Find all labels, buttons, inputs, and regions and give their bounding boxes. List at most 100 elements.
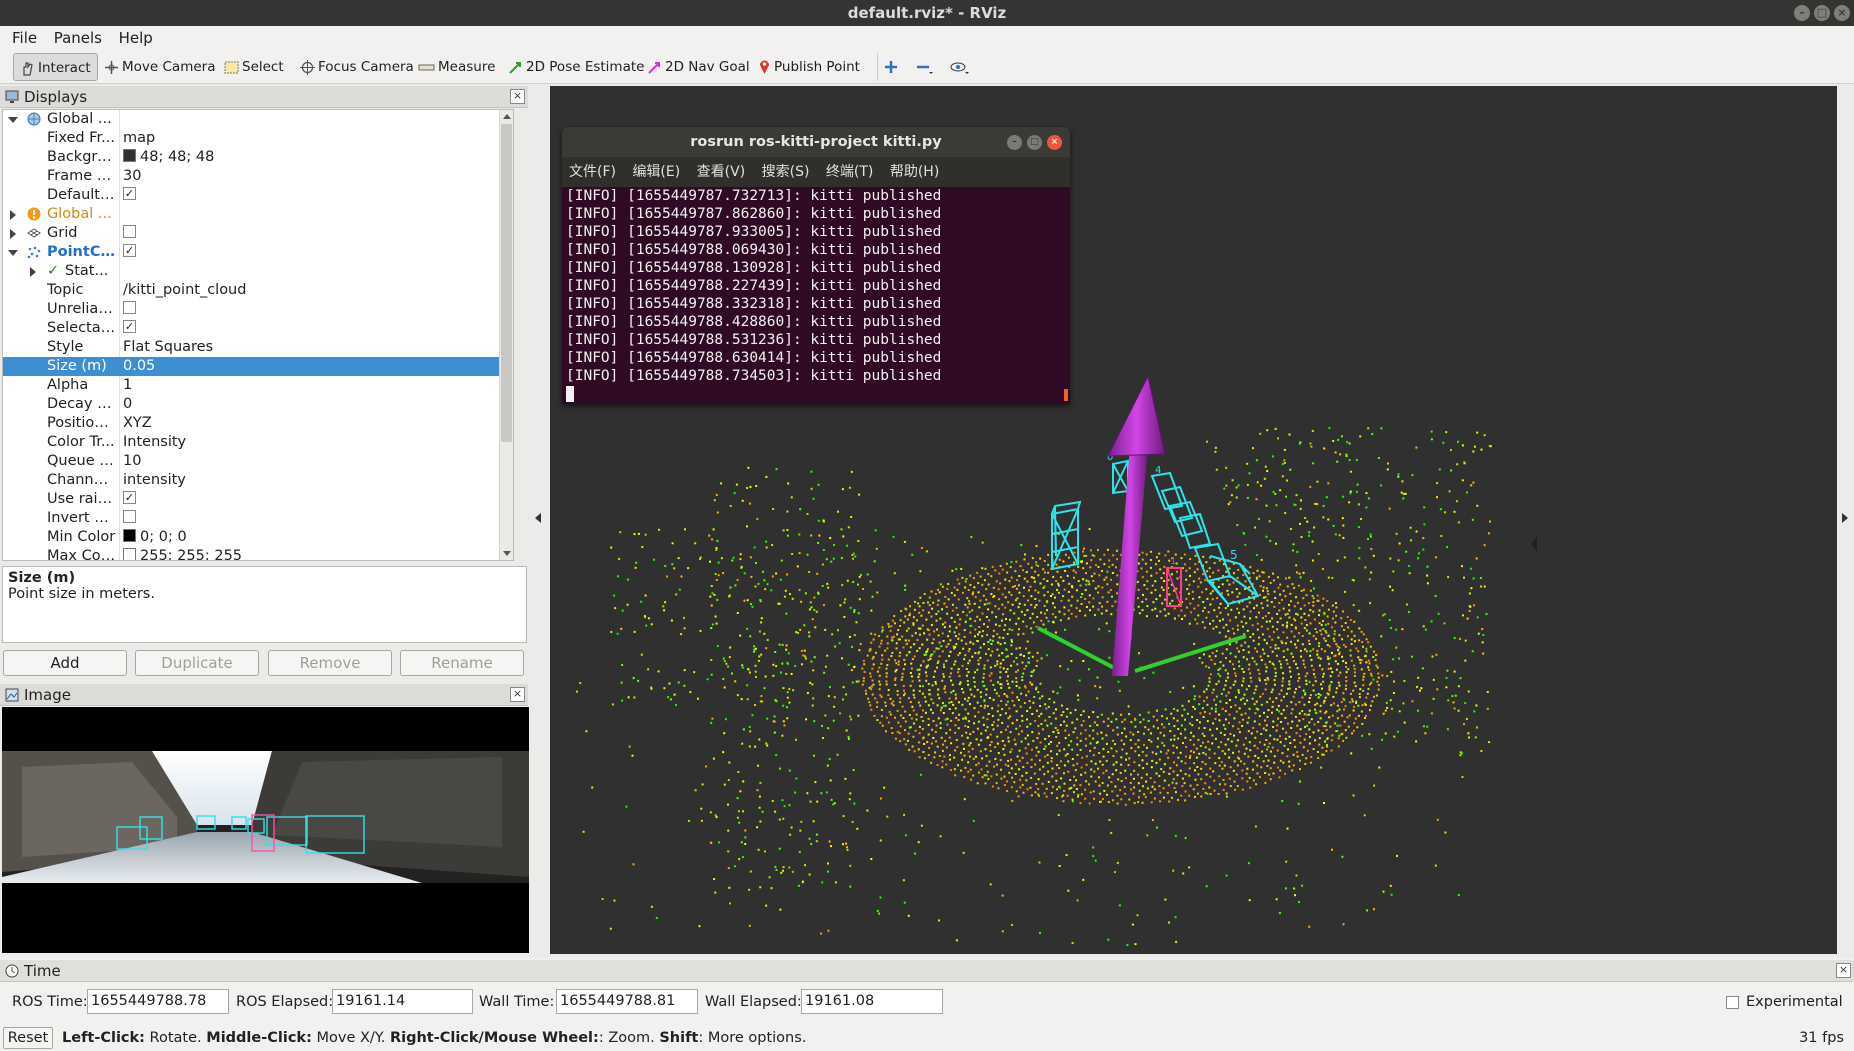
- experimental-checkbox[interactable]: [1726, 996, 1739, 1009]
- close-time-panel-icon[interactable]: ×: [1836, 963, 1851, 978]
- maximize-icon[interactable]: □: [1814, 5, 1830, 21]
- tree-row-min-color[interactable]: Min Color 0; 0; 0: [3, 528, 513, 547]
- right-panel-expand-icon[interactable]: [1842, 513, 1848, 523]
- tree-row-default-light[interactable]: Default ... ✓: [3, 186, 513, 205]
- row-value[interactable]: 0; 0; 0: [140, 529, 187, 545]
- terminal-menu-file[interactable]: 文件(F): [569, 157, 616, 187]
- collapse-arrow-icon[interactable]: [10, 229, 16, 239]
- tree-row-alpha[interactable]: Alpha 1: [3, 376, 513, 395]
- tree-row-max-color[interactable]: Max Color 255; 255; 255: [3, 547, 513, 560]
- wall-elapsed-field[interactable]: 19161.08: [801, 989, 943, 1014]
- terminal-output[interactable]: [INFO] [1655449787.732713]: kitti publis…: [562, 187, 1070, 404]
- tree-row-style[interactable]: Style Flat Squares: [3, 338, 513, 357]
- row-value[interactable]: 10: [123, 452, 141, 471]
- row-value[interactable]: 48; 48; 48: [140, 149, 214, 165]
- color-swatch[interactable]: [123, 149, 136, 162]
- row-value[interactable]: Intensity: [123, 433, 186, 452]
- row-value[interactable]: 255; 255; 255: [140, 548, 242, 560]
- tree-row-position-transformer[interactable]: Position... XYZ: [3, 414, 513, 433]
- tree-row-invert-rainbow[interactable]: Invert R...: [3, 509, 513, 528]
- row-value[interactable]: 30: [123, 167, 141, 186]
- row-value[interactable]: intensity: [123, 471, 186, 490]
- expand-arrow-icon[interactable]: [8, 117, 18, 123]
- tree-row-size[interactable]: Size (m) 0.05: [3, 357, 500, 376]
- terminal-menu-help[interactable]: 帮助(H): [890, 157, 939, 187]
- menu-file[interactable]: File: [6, 26, 43, 50]
- checkbox-checked[interactable]: ✓: [123, 244, 136, 257]
- checkbox-unchecked[interactable]: [123, 225, 136, 238]
- tree-row-queue-size[interactable]: Queue S... 10: [3, 452, 513, 471]
- minimize-icon[interactable]: –: [1794, 5, 1810, 21]
- terminal-menu-search[interactable]: 搜索(S): [762, 157, 810, 187]
- terminal-minimize-icon[interactable]: –: [1007, 135, 1022, 150]
- expand-arrow-icon[interactable]: [8, 250, 18, 256]
- menu-panels[interactable]: Panels: [48, 26, 108, 50]
- terminal-menu-terminal[interactable]: 终端(T): [826, 157, 873, 187]
- tree-row-global-options[interactable]: Global ...: [3, 110, 513, 129]
- measure-tool[interactable]: Measure: [412, 53, 501, 81]
- pose-estimate-tool[interactable]: 2D Pose Estimate: [502, 53, 650, 81]
- close-displays-icon[interactable]: ×: [510, 89, 525, 104]
- tree-row-global-status[interactable]: Global ...: [3, 205, 513, 224]
- row-value[interactable]: 0: [123, 395, 132, 414]
- checkbox-checked[interactable]: ✓: [123, 491, 136, 504]
- tree-row-frame-rate[interactable]: Frame R... 30: [3, 167, 513, 186]
- ros-time-field[interactable]: 1655449788.78: [87, 989, 229, 1014]
- displays-scrollbar[interactable]: [499, 110, 513, 560]
- publish-point-tool[interactable]: Publish Point: [752, 53, 866, 81]
- wall-time-field[interactable]: 1655449788.81: [556, 989, 698, 1014]
- add-display-button[interactable]: Add: [3, 650, 127, 676]
- rename-display-button[interactable]: Rename: [400, 650, 524, 676]
- tree-row-grid[interactable]: Grid: [3, 224, 513, 243]
- row-value[interactable]: Flat Squares: [123, 338, 213, 357]
- terminal-menu-view[interactable]: 查看(V): [697, 157, 746, 187]
- color-swatch[interactable]: [123, 548, 136, 560]
- collapse-arrow-icon[interactable]: [10, 210, 16, 220]
- tree-row-topic[interactable]: Topic /kitti_point_cloud: [3, 281, 513, 300]
- tree-row-fixed-frame[interactable]: Fixed Fr... map: [3, 129, 513, 148]
- checkbox-unchecked[interactable]: [123, 510, 136, 523]
- tree-row-use-rainbow[interactable]: Use rain... ✓: [3, 490, 513, 509]
- row-value[interactable]: /kitti_point_cloud: [123, 281, 246, 300]
- tree-row-background-color[interactable]: Backgro... 48; 48; 48: [3, 148, 513, 167]
- add-tool-button[interactable]: [877, 53, 903, 81]
- left-collapse-icon[interactable]: [535, 513, 541, 523]
- scroll-down-icon[interactable]: [503, 551, 511, 556]
- close-icon[interactable]: ×: [1834, 5, 1850, 21]
- tree-row-pointcloud[interactable]: PointCl... ✓: [3, 243, 513, 262]
- menu-help[interactable]: Help: [113, 26, 159, 50]
- terminal-menu-edit[interactable]: 编辑(E): [632, 157, 680, 187]
- terminal-titlebar[interactable]: rosrun ros-kitti-project kitti.py – □ ×: [562, 127, 1070, 157]
- checkbox-unchecked[interactable]: [123, 301, 136, 314]
- color-swatch[interactable]: [123, 529, 136, 542]
- tree-row-selectable[interactable]: Selectable ✓: [3, 319, 513, 338]
- focus-camera-tool[interactable]: Focus Camera: [294, 53, 420, 81]
- close-image-panel-icon[interactable]: ×: [510, 687, 525, 702]
- remove-tool-button[interactable]: [910, 53, 938, 81]
- remove-display-button[interactable]: Remove: [268, 650, 392, 676]
- row-value[interactable]: XYZ: [123, 414, 152, 433]
- row-value[interactable]: map: [123, 129, 155, 148]
- nav-goal-tool[interactable]: 2D Nav Goal: [641, 53, 756, 81]
- scroll-up-icon[interactable]: [503, 114, 511, 119]
- row-value[interactable]: 1: [123, 376, 132, 395]
- checkbox-checked[interactable]: ✓: [123, 187, 136, 200]
- right-collapse-icon[interactable]: [1531, 536, 1537, 552]
- select-tool[interactable]: Select: [218, 53, 290, 81]
- reset-button[interactable]: Reset: [3, 1027, 53, 1049]
- tree-row-decay-time[interactable]: Decay Ti... 0: [3, 395, 513, 414]
- collapse-arrow-icon[interactable]: [30, 267, 36, 277]
- view-options-button[interactable]: [944, 53, 974, 81]
- terminal-maximize-icon[interactable]: □: [1027, 135, 1042, 150]
- terminal-window[interactable]: rosrun ros-kitti-project kitti.py – □ × …: [562, 127, 1070, 404]
- scrollbar-thumb[interactable]: [501, 124, 512, 442]
- ros-elapsed-field[interactable]: 19161.14: [332, 989, 473, 1014]
- row-value[interactable]: 0.05: [123, 357, 155, 376]
- terminal-close-icon[interactable]: ×: [1047, 135, 1062, 150]
- tree-row-color-transformer[interactable]: Color Tr... Intensity: [3, 433, 513, 452]
- tree-row-unreliable[interactable]: Unreliable: [3, 300, 513, 319]
- checkbox-checked[interactable]: ✓: [123, 320, 136, 333]
- tree-row-channel-name[interactable]: Channel... intensity: [3, 471, 513, 490]
- move-camera-tool[interactable]: Move Camera: [98, 53, 221, 81]
- tree-row-status[interactable]: ✓ Stat...: [3, 262, 513, 281]
